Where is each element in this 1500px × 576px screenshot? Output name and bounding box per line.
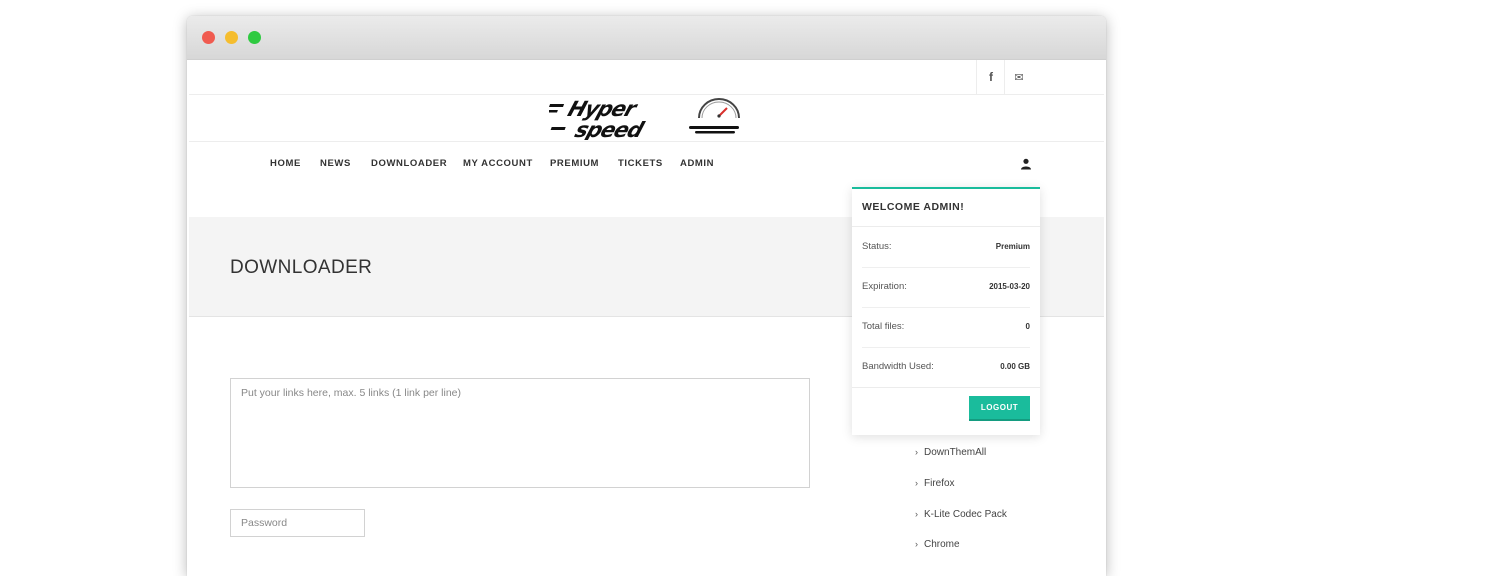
password-input[interactable] [230,509,365,537]
total-files-value: 0 [1025,322,1030,331]
logo-row: Hyper speed [189,95,1104,142]
bandwidth-value: 0.00 GB [1000,362,1030,371]
user-dropdown: WELCOME ADMIN! Status: Premium Expiratio… [852,187,1040,435]
sidebar-link-firefox[interactable]: › Firefox [915,478,955,489]
page: f ✉ Hyper speed HOME NEWS DOWNLOADER MY … [189,60,1104,576]
chevron-right-icon: › [915,447,918,457]
nav-my-account[interactable]: MY ACCOUNT [463,158,533,169]
status-row: Status: Premium [862,227,1030,268]
total-files-row: Total files: 0 [862,307,1030,348]
maximize-window-button[interactable] [248,31,261,44]
page-title: DOWNLOADER [230,257,373,278]
total-files-label: Total files: [862,321,905,332]
status-label: Status: [862,241,892,252]
sidebar-link-downthemall[interactable]: › DownThemAll [915,447,986,458]
sidebar-link-chrome[interactable]: › Chrome [915,539,960,550]
sidebar-link-label: K-Lite Codec Pack [924,509,1007,520]
divider [852,387,1040,388]
nav-premium[interactable]: PREMIUM [550,158,599,169]
minimize-window-button[interactable] [225,31,238,44]
expiration-label: Expiration: [862,281,907,292]
facebook-icon[interactable]: f [976,60,1005,94]
top-bar: f ✉ [189,60,1104,95]
chevron-right-icon: › [915,509,918,519]
dropdown-title: WELCOME ADMIN! [862,201,965,213]
nav-tickets[interactable]: TICKETS [618,158,663,169]
nav-admin[interactable]: ADMIN [680,158,714,169]
status-value: Premium [995,242,1030,251]
logout-button[interactable]: LOGOUT [969,396,1030,421]
mail-icon[interactable]: ✉ [1004,60,1033,94]
chevron-right-icon: › [915,539,918,549]
sidebar-link-label: Firefox [924,478,955,489]
bandwidth-label: Bandwidth Used: [862,361,934,372]
browser-window: f ✉ Hyper speed HOME NEWS DOWNLOADER MY … [187,16,1106,576]
expiration-value: 2015-03-20 [989,282,1030,291]
bandwidth-row: Bandwidth Used: 0.00 GB [862,347,1030,388]
svg-text:speed: speed [572,118,647,140]
nav-downloader[interactable]: DOWNLOADER [371,158,447,169]
close-window-button[interactable] [202,31,215,44]
nav-news[interactable]: NEWS [320,158,351,169]
main-nav: HOME NEWS DOWNLOADER MY ACCOUNT PREMIUM … [189,142,1104,187]
window-titlebar [187,16,1106,60]
sidebar-link-klite[interactable]: › K-Lite Codec Pack [915,509,1007,520]
sidebar-link-label: DownThemAll [924,447,987,458]
chevron-right-icon: › [915,478,918,488]
nav-home[interactable]: HOME [270,158,301,169]
expiration-row: Expiration: 2015-03-20 [862,267,1030,308]
links-textarea[interactable] [230,378,810,488]
user-icon[interactable] [1020,158,1032,170]
sidebar-link-label: Chrome [924,539,960,550]
site-logo[interactable]: Hyper speed [549,96,743,140]
